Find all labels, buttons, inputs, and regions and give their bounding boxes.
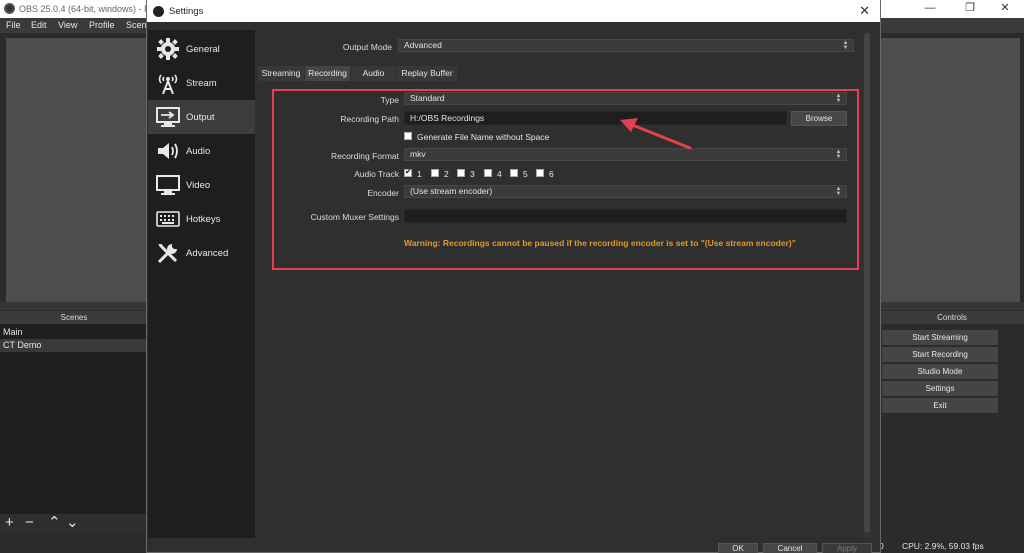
output-mode-label: Output Mode [342, 42, 392, 52]
status-cpu: CPU: 2.9%, 59.03 fps [902, 541, 984, 551]
menu-edit[interactable]: Edit [31, 20, 47, 30]
nav-item-stream[interactable]: Stream [148, 66, 255, 100]
nav-label: Video [186, 180, 211, 191]
scrollbar-thumb[interactable] [864, 33, 870, 533]
tab-replay-buffer[interactable]: Replay Buffer [397, 66, 457, 81]
nav-label: Advanced [186, 248, 229, 259]
apply-button[interactable]: Apply [822, 543, 872, 553]
annotation-highlight-box [272, 89, 859, 270]
menu-profile[interactable]: Profile [89, 20, 115, 30]
restore-icon[interactable]: ❐ [950, 0, 990, 18]
scenes-header: Scenes [0, 311, 148, 324]
studio-mode-button[interactable]: Studio Mode [882, 364, 998, 379]
exit-button[interactable]: Exit [882, 398, 998, 413]
close-icon[interactable]: ✕ [859, 3, 870, 19]
output-mode-value: Advanced [404, 40, 442, 50]
tab-audio[interactable]: Audio [351, 66, 396, 81]
menu-view[interactable]: View [58, 20, 77, 30]
menu-file[interactable]: File [6, 20, 21, 30]
settings-button[interactable]: Settings [882, 381, 998, 396]
tools-icon [157, 243, 178, 264]
speaker-icon [158, 143, 178, 159]
keyboard-icon [156, 211, 180, 227]
settings-title: Settings [169, 6, 204, 17]
output-mode-select[interactable]: Advanced ▲ ▼ [398, 39, 854, 52]
nav-item-general[interactable]: General [148, 32, 255, 66]
settings-nav: General Stream Output Audio Video Hotkey… [148, 30, 255, 538]
cancel-button[interactable]: Cancel [763, 543, 817, 553]
ok-button[interactable]: OK [718, 543, 758, 553]
antenna-icon [158, 74, 178, 94]
minimize-icon[interactable]: — [910, 0, 950, 18]
start-streaming-button[interactable]: Start Streaming [882, 330, 998, 345]
remove-scene-icon[interactable]: − [25, 514, 34, 532]
add-scene-icon[interactable]: + [5, 514, 14, 532]
gear-icon [157, 38, 179, 60]
move-up-icon[interactable]: ⌃ [48, 514, 61, 532]
nav-label: General [186, 44, 220, 55]
updown-arrows-icon: ▲ ▼ [842, 40, 849, 51]
controls-header: Controls [880, 311, 1024, 324]
nav-item-hotkeys[interactable]: Hotkeys [148, 202, 255, 236]
close-window-icon[interactable]: ✕ [985, 0, 1024, 18]
nav-item-video[interactable]: Video [148, 168, 255, 202]
menu-scene-collection[interactable]: Scen [126, 20, 147, 30]
tab-recording[interactable]: Recording [305, 66, 350, 81]
settings-dialog: Settings ✕ General Stream Output Audio V… [146, 0, 881, 553]
obs-window-title: OBS 25.0.4 (64-bit, windows) - P [19, 4, 151, 14]
monitor-icon [156, 175, 180, 195]
tab-streaming[interactable]: Streaming [258, 66, 304, 81]
nav-item-audio[interactable]: Audio [148, 134, 255, 168]
nav-label: Audio [186, 146, 211, 157]
nav-label: Output [186, 112, 215, 123]
nav-item-advanced[interactable]: Advanced [148, 236, 255, 270]
obs-logo-icon [153, 6, 164, 17]
start-recording-button[interactable]: Start Recording [882, 347, 998, 362]
scene-item-ct-demo[interactable]: CT Demo [0, 339, 148, 352]
nav-label: Stream [186, 78, 217, 89]
annotation-arrow-icon [620, 118, 692, 150]
scenes-list[interactable]: Main CT Demo [0, 324, 148, 514]
scenes-toolbar: + − ⌃ ⌄ [0, 514, 148, 532]
obs-logo-icon [4, 3, 15, 14]
scene-item-main[interactable]: Main [0, 326, 148, 339]
monitor-arrow-icon [156, 107, 180, 127]
move-down-icon[interactable]: ⌄ [66, 514, 79, 532]
content-scrollbar[interactable] [863, 32, 871, 537]
nav-item-output[interactable]: Output [148, 100, 255, 134]
settings-titlebar: Settings ✕ [147, 0, 880, 22]
nav-label: Hotkeys [186, 214, 221, 225]
